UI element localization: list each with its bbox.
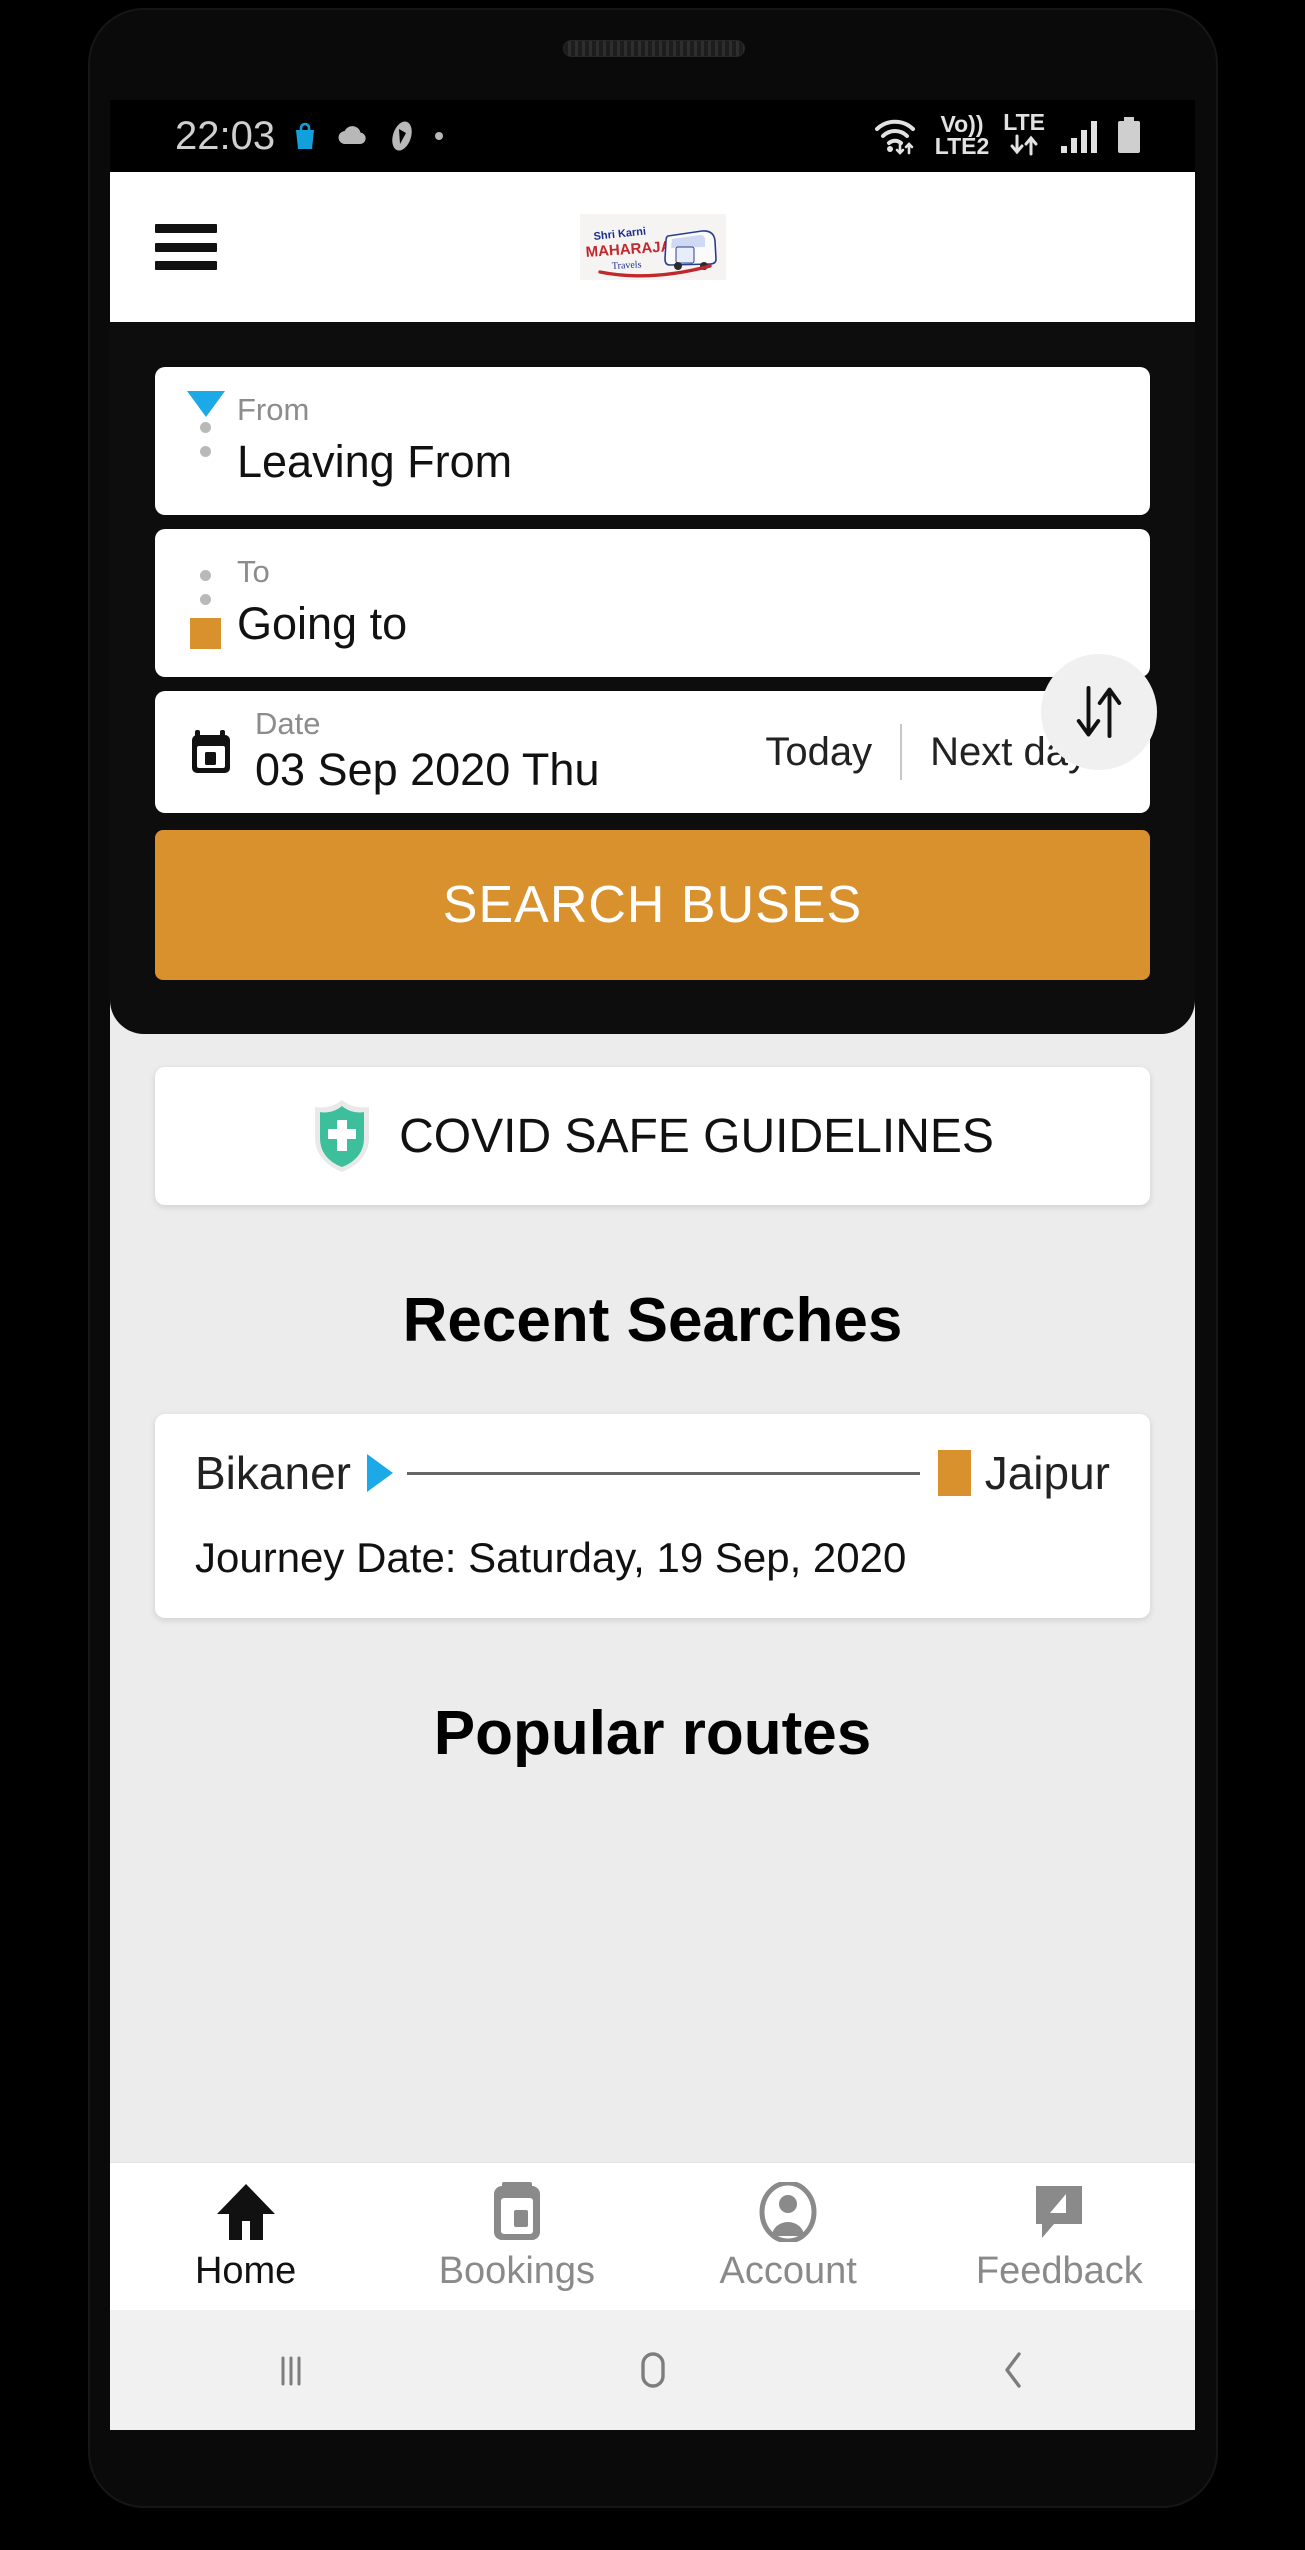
to-label: To: [237, 554, 270, 589]
home-icon: [215, 2180, 277, 2242]
nav-item-home[interactable]: Home: [110, 2180, 381, 2293]
dot-icon: [435, 132, 444, 140]
nav-item-bookings[interactable]: Bookings: [381, 2180, 652, 2293]
nav-item-feedback[interactable]: Feedback: [924, 2180, 1195, 2293]
popular-routes-title: Popular routes: [433, 1699, 872, 1768]
bookings-icon: [490, 2180, 544, 2242]
search-buses-button[interactable]: SEARCH BUSES: [155, 830, 1150, 980]
search-panel: From Leaving From To Going to Date 03 Se…: [110, 322, 1195, 1034]
system-navigation-bar: [110, 2310, 1195, 2430]
to-input[interactable]: Going to: [237, 599, 1116, 649]
bottom-navigation: Home Bookings Account Feedback: [110, 2162, 1195, 2310]
hamburger-bar: [155, 242, 217, 252]
calendar-icon: [192, 730, 230, 773]
account-icon: [759, 2180, 817, 2242]
route-start-triangle-icon: [366, 1454, 393, 1492]
phone-frame: 22:03 Vo)) LTE2 LTE Shri Karni MAHARAJA …: [0, 0, 1305, 2550]
swap-locations-button[interactable]: [1041, 654, 1157, 770]
hamburger-bar: [155, 261, 217, 270]
wifi-icon: [874, 119, 915, 155]
today-button[interactable]: Today: [737, 730, 900, 775]
lte-indicator: LTE: [1003, 109, 1045, 160]
from-marker-group: [187, 391, 227, 501]
lte-top-label: LTE: [1003, 109, 1045, 136]
recents-icon[interactable]: [110, 2348, 472, 2392]
nav-label-feedback: Feedback: [975, 2250, 1143, 2292]
date-value: 03 Sep 2020 Thu: [255, 743, 600, 795]
date-field[interactable]: Date 03 Sep 2020 Thu Today Next day: [155, 691, 1150, 813]
swap-arrows-icon: [1076, 686, 1122, 738]
nav-label-account: Account: [719, 2250, 857, 2292]
signal-bars-icon: [1061, 121, 1097, 153]
recent-searches-title: Recent Searches: [402, 1286, 903, 1355]
main-content: COVID SAFE GUIDELINES Recent Searches Bi…: [110, 1067, 1195, 1769]
status-time: 22:03: [175, 113, 276, 158]
nav-label-bookings: Bookings: [438, 2250, 596, 2292]
home-pill-icon[interactable]: [472, 2346, 834, 2394]
status-bar-right: Vo)) LTE2 LTE: [873, 109, 1143, 160]
volte-indicator: Vo)) LTE2: [934, 113, 990, 159]
status-bar-left: 22:03: [175, 114, 445, 159]
hamburger-menu-icon[interactable]: [155, 224, 217, 270]
maharaja-travels-logo-icon: Shri Karni MAHARAJA Travels: [579, 214, 726, 280]
from-label: From: [237, 392, 310, 427]
volte-bottom-label: LTE2: [934, 133, 990, 159]
back-icon[interactable]: [833, 2346, 1195, 2394]
lte-data-arrows-icon: [1007, 134, 1041, 160]
from-input[interactable]: Leaving From: [237, 437, 1116, 487]
date-text-group: Date 03 Sep 2020 Thu: [255, 708, 599, 795]
to-dots-icon: [200, 570, 227, 605]
covid-guidelines-card[interactable]: COVID SAFE GUIDELINES: [155, 1067, 1150, 1205]
app-screen: Shri Karni MAHARAJA Travels From Leaving…: [110, 172, 1195, 2430]
shield-icon: [315, 1100, 370, 1172]
date-label: Date: [255, 706, 321, 742]
to-square-icon: [190, 618, 221, 649]
route-end-square-icon: [937, 1450, 971, 1496]
feedback-icon: [1032, 2180, 1086, 2242]
battery-icon: [1118, 117, 1140, 153]
nav-item-account[interactable]: Account: [653, 2180, 924, 2293]
speaker-grille: [563, 40, 745, 57]
recent-route-line: Bikaner Jaipur: [195, 1446, 1110, 1500]
status-bar: 22:03 Vo)) LTE2 LTE: [110, 100, 1195, 172]
recent-from-city: Bikaner: [195, 1447, 351, 1499]
to-field[interactable]: To Going to: [155, 529, 1150, 677]
covid-guidelines-label: COVID SAFE GUIDELINES: [399, 1109, 994, 1163]
from-field[interactable]: From Leaving From: [155, 367, 1150, 515]
recent-journey-date: Journey Date: Saturday, 19 Sep, 2020: [195, 1534, 907, 1581]
shopping-bag-icon: [296, 122, 315, 149]
from-triangle-icon: [187, 391, 225, 417]
from-dots-icon: [200, 422, 227, 457]
svg-text:Travels: Travels: [611, 259, 641, 272]
route-connector-line: [406, 1471, 920, 1475]
app-logo: Shri Karni MAHARAJA Travels: [579, 214, 726, 280]
recent-to-city: Jaipur: [984, 1447, 1110, 1499]
hamburger-bar: [155, 224, 217, 233]
cloud-icon: [338, 126, 366, 145]
app-header: Shri Karni MAHARAJA Travels: [110, 172, 1195, 322]
to-marker-group: [187, 565, 227, 675]
nav-label-home: Home: [194, 2250, 297, 2292]
app-icon: [392, 121, 412, 151]
recent-search-item[interactable]: Bikaner Jaipur Journey Date: Saturday, 1…: [155, 1414, 1150, 1618]
